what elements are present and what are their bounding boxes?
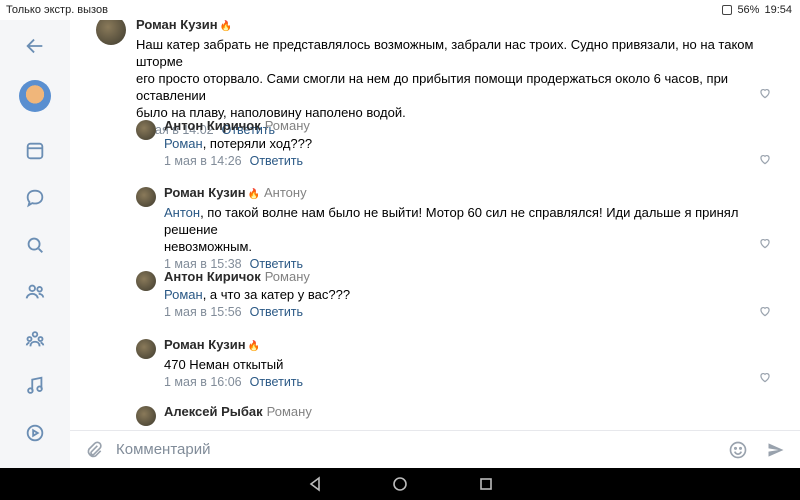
comment-date: 1 мая в 16:06 <box>164 375 242 389</box>
comment-date: 1 мая в 14:26 <box>164 154 242 168</box>
comment-author[interactable]: Роман Кузин <box>164 337 246 352</box>
messages-icon <box>26 189 44 208</box>
heart-icon <box>760 89 770 99</box>
comment-author[interactable]: Роман Кузин <box>136 20 218 32</box>
avatar[interactable] <box>136 120 156 140</box>
avatar[interactable] <box>96 20 126 45</box>
sidebar-item-friends[interactable] <box>0 272 70 312</box>
signal-icon <box>722 5 733 15</box>
comment-text: … <box>164 422 177 430</box>
like-button[interactable] <box>758 236 772 250</box>
comment-text: Антон, по такой волне нам было не выйти!… <box>164 205 739 254</box>
comment-author[interactable]: Роман Кузин <box>164 185 246 200</box>
like-button[interactable] <box>758 304 772 318</box>
emoji-button[interactable] <box>728 440 748 465</box>
profile-button[interactable] <box>0 76 70 116</box>
avatar <box>19 80 51 112</box>
reply-to[interactable]: Роману <box>265 269 310 284</box>
system-nav-bar <box>0 468 800 500</box>
sidebar-item-news[interactable] <box>0 131 70 171</box>
heart-icon <box>760 155 770 165</box>
status-bar: Только экстр. вызов 56% 19:54 <box>0 0 800 20</box>
comment-item: Алексей Рыбак Роману … <box>136 404 756 430</box>
video-icon <box>26 424 44 442</box>
nav-home-button[interactable] <box>392 476 408 492</box>
comment-text: Роман, а что за катер у вас??? <box>164 287 351 302</box>
sidebar-item-music[interactable] <box>0 366 70 406</box>
comment-text: 470 Неман откытый <box>164 357 284 372</box>
triangle-back-icon <box>309 476 320 492</box>
comments-list: Роман Кузин 🔥 Наш катер забрать не предст… <box>70 20 800 430</box>
carrier-text: Только экстр. вызов <box>6 4 108 16</box>
nav-recents-button[interactable] <box>478 476 494 492</box>
news-icon <box>26 142 44 160</box>
comment-text: Наш катер забрать не представлялось возм… <box>136 37 754 120</box>
flame-icon: 🔥 <box>247 341 261 352</box>
circle-home-icon <box>393 477 407 491</box>
sidebar-item-video[interactable] <box>0 413 70 453</box>
reply-to[interactable]: Роману <box>267 404 312 419</box>
nav-back-button[interactable] <box>307 476 323 492</box>
flame-icon: 🔥 <box>219 21 233 32</box>
smile-icon <box>729 441 747 459</box>
heart-icon <box>760 307 770 317</box>
music-icon <box>27 376 43 394</box>
like-button[interactable] <box>758 152 772 166</box>
mention-link[interactable]: Роман <box>164 136 203 151</box>
search-icon <box>27 237 43 253</box>
avatar[interactable] <box>136 271 156 291</box>
heart-icon <box>760 373 770 383</box>
time-text: 19:54 <box>764 4 792 16</box>
reply-to[interactable]: Роману <box>265 118 310 133</box>
status-icons: 56% 19:54 <box>722 4 792 16</box>
left-sidebar <box>0 20 70 468</box>
communities-icon <box>25 331 45 347</box>
comment-text: Роман, потеряли ход??? <box>164 136 313 151</box>
like-button[interactable] <box>758 370 772 384</box>
avatar[interactable] <box>136 406 156 426</box>
reply-button[interactable]: Ответить <box>250 305 303 319</box>
sidebar-item-search[interactable] <box>0 225 70 265</box>
send-button[interactable] <box>766 440 786 465</box>
avatar[interactable] <box>136 187 156 207</box>
avatar[interactable] <box>136 339 156 359</box>
friends-icon <box>25 284 45 299</box>
back-arrow-icon <box>26 38 43 54</box>
comment-item: Роман Кузин 🔥 470 Неман откытый 1 мая в 1… <box>136 337 756 390</box>
comment-input[interactable]: Комментарий <box>116 441 210 458</box>
sidebar-item-messages[interactable] <box>0 178 70 218</box>
mention-link[interactable]: Роман <box>164 287 203 302</box>
comment-author[interactable]: Антон Киричок <box>164 269 261 284</box>
battery-text: 56% <box>737 4 760 16</box>
send-icon <box>768 443 784 457</box>
reply-button[interactable]: Ответить <box>250 154 303 168</box>
sidebar-item-communities[interactable] <box>0 319 70 359</box>
comment-item: Антон Киричок Роману Роман, потеряли ход?… <box>136 118 756 169</box>
comment-author[interactable]: Алексей Рыбак <box>164 404 263 419</box>
square-recents-icon <box>480 478 492 490</box>
flame-icon: 🔥 <box>247 189 261 200</box>
comment-item: Антон Киричок Роману Роман, а что за кате… <box>136 269 756 320</box>
paperclip-icon <box>87 441 102 458</box>
mention-link[interactable]: Антон <box>164 205 200 220</box>
back-button[interactable] <box>0 26 70 66</box>
reply-button[interactable]: Ответить <box>250 375 303 389</box>
heart-icon <box>760 239 770 249</box>
attach-button[interactable] <box>84 440 104 460</box>
comment-item: Роман Кузин 🔥 Антону Антон, по такой волне… <box>136 185 776 272</box>
reply-to[interactable]: Антону <box>264 185 307 200</box>
like-button[interactable] <box>758 86 772 100</box>
comment-date: 1 мая в 15:56 <box>164 305 242 319</box>
comment-input-bar: Комментарий <box>70 430 800 468</box>
comment-author[interactable]: Антон Киричок <box>164 118 261 133</box>
